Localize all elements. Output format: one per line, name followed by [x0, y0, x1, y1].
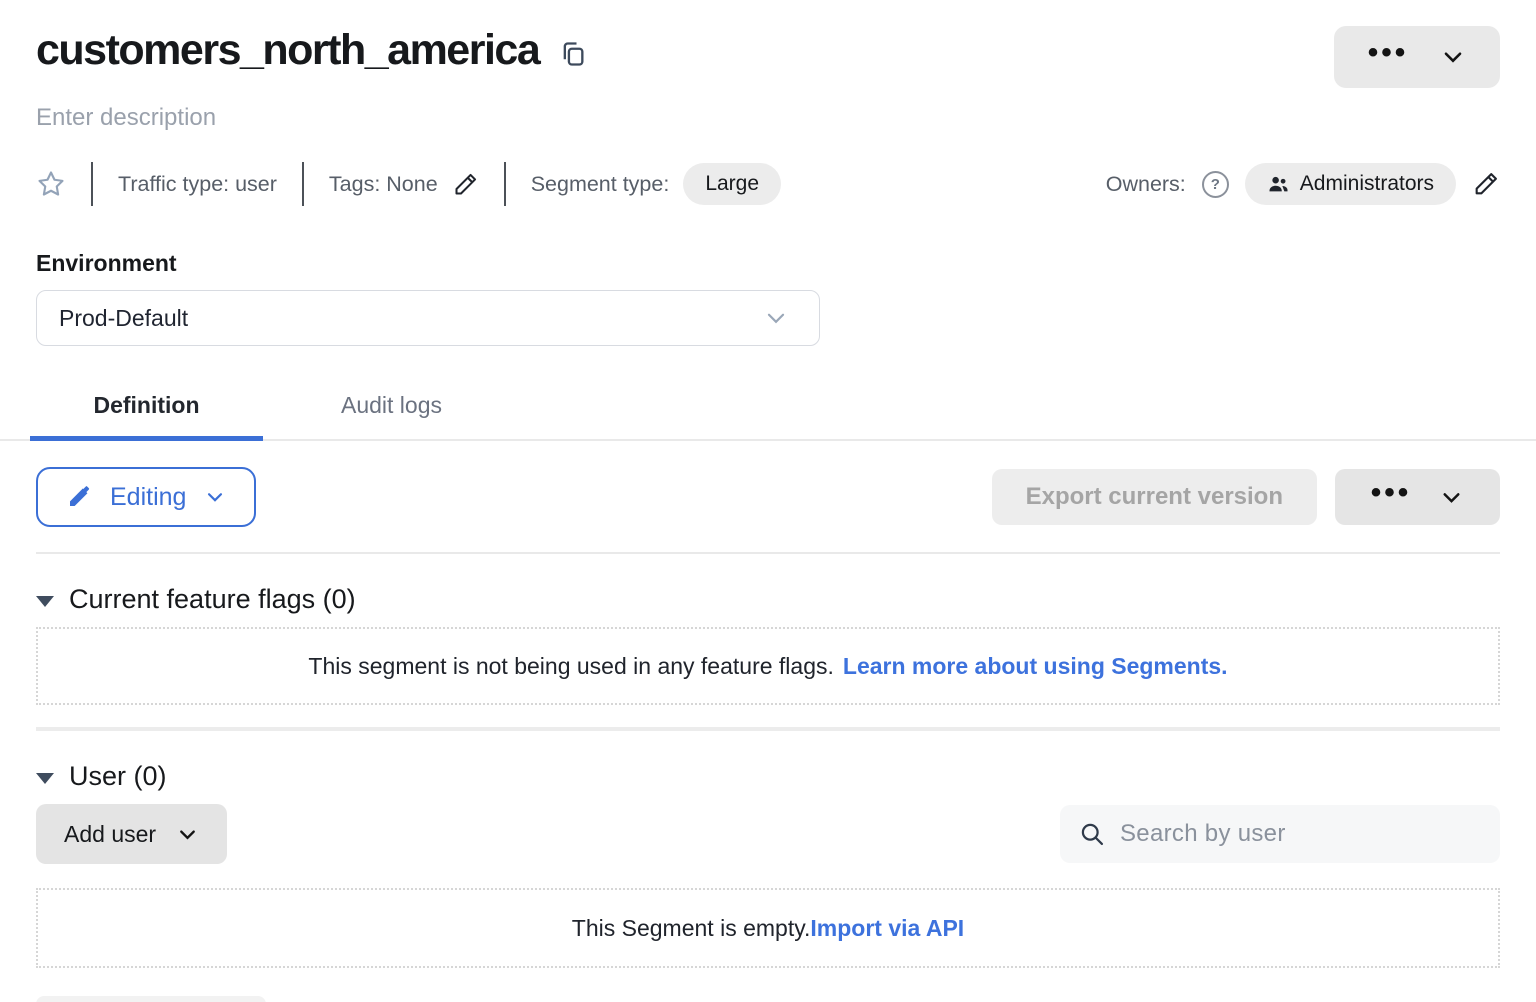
star-icon[interactable] — [36, 169, 66, 199]
feature-flags-empty-state: This segment is not being used in any fe… — [36, 627, 1500, 705]
definition-more-actions-button[interactable]: ••• — [1335, 469, 1500, 525]
copy-icon — [559, 40, 587, 68]
user-empty-text: This Segment is empty. — [572, 915, 811, 942]
search-icon — [1078, 820, 1106, 848]
edit-owners-button[interactable] — [1472, 170, 1500, 198]
owners-label: Owners: — [1106, 172, 1186, 197]
meta-row: Traffic type: user Tags: None — [36, 162, 1500, 206]
description-field[interactable]: Enter description — [36, 104, 1500, 132]
segment-type-badge: Large — [683, 163, 781, 205]
owners-badge[interactable]: Administrators — [1245, 163, 1456, 205]
header-more-actions-button[interactable]: ••• — [1334, 26, 1500, 88]
environment-label: Environment — [36, 250, 1500, 277]
divider — [504, 162, 506, 206]
user-section-title: User (0) — [69, 761, 167, 792]
definition-toolbar: Editing Export current version ••• — [36, 467, 1500, 527]
chevron-down-icon — [176, 823, 199, 846]
people-icon — [1267, 173, 1290, 196]
pencil-icon — [1472, 170, 1500, 198]
tags-label: Tags: None — [329, 172, 438, 197]
editing-mode-button[interactable]: Editing — [36, 467, 256, 527]
search-by-user-container — [1060, 805, 1500, 863]
chevron-down-icon — [1440, 44, 1466, 70]
add-user-label: Add user — [64, 821, 156, 848]
user-section-header[interactable]: User (0) — [36, 761, 1500, 792]
feature-flags-section-header[interactable]: Current feature flags (0) — [36, 584, 1500, 615]
pencil-icon — [452, 171, 479, 198]
import-via-api-link[interactable]: Import via API — [810, 915, 964, 942]
tab-definition[interactable]: Definition — [30, 392, 263, 439]
partially-visible-button[interactable] — [36, 996, 266, 1002]
traffic-type-label: Traffic type: user — [118, 172, 277, 197]
chevron-down-icon — [763, 305, 789, 331]
export-current-version-button[interactable]: Export current version — [992, 469, 1317, 525]
divider — [36, 552, 1500, 554]
editing-label: Editing — [110, 483, 186, 512]
owners-value: Administrators — [1300, 172, 1434, 196]
environment-selected-value: Prod-Default — [59, 305, 188, 332]
feature-flags-empty-text: This segment is not being used in any fe… — [308, 653, 833, 680]
add-user-button[interactable]: Add user — [36, 804, 227, 864]
edit-tags-button[interactable] — [452, 171, 479, 198]
environment-select[interactable]: Prod-Default — [36, 290, 820, 346]
title-row: customers_north_america ••• — [36, 0, 1500, 88]
tab-audit-logs[interactable]: Audit logs — [263, 392, 520, 439]
search-by-user-input[interactable] — [1118, 819, 1482, 849]
learn-more-segments-link[interactable]: Learn more about using Segments. — [843, 653, 1228, 680]
divider — [91, 162, 93, 206]
pencil-icon — [66, 484, 92, 510]
collapse-triangle-icon — [36, 596, 54, 607]
more-icon: ••• — [1368, 38, 1409, 68]
chevron-down-icon — [204, 486, 226, 508]
feature-flags-section-title: Current feature flags (0) — [69, 584, 356, 615]
segment-detail-page: customers_north_america ••• — [0, 0, 1536, 1002]
user-controls-row: Add user — [36, 804, 1500, 864]
copy-name-button[interactable] — [559, 40, 587, 68]
user-empty-state: This Segment is empty. Import via API — [36, 888, 1500, 968]
help-icon[interactable]: ? — [1202, 171, 1229, 198]
section-divider — [36, 727, 1500, 731]
segment-type-label: Segment type: — [531, 172, 670, 197]
tab-bar: Definition Audit logs — [0, 392, 1536, 441]
collapse-triangle-icon — [36, 773, 54, 784]
page-title: customers_north_america — [36, 26, 539, 75]
more-icon: ••• — [1371, 478, 1412, 508]
divider — [302, 162, 304, 206]
chevron-down-icon — [1439, 485, 1464, 510]
